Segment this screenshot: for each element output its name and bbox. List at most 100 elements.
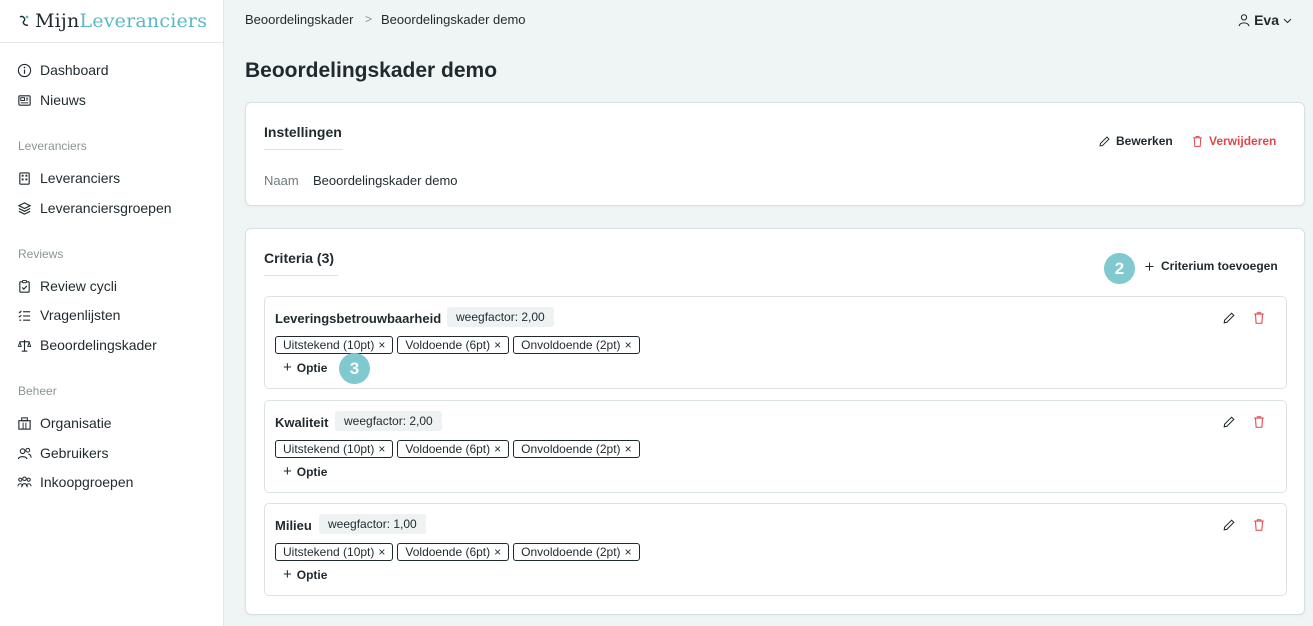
step-marker-3: 3 bbox=[339, 353, 370, 384]
remove-option-icon[interactable]: × bbox=[494, 338, 501, 352]
edit-criterion-icon[interactable] bbox=[1222, 311, 1236, 325]
step-marker-2: 2 bbox=[1104, 253, 1135, 284]
logo-mark-icon bbox=[17, 14, 31, 28]
plus-icon bbox=[1145, 261, 1154, 271]
add-option-label: Optie bbox=[296, 567, 328, 582]
user-icon bbox=[1238, 14, 1250, 27]
criterion-name: Kwaliteit bbox=[275, 415, 329, 430]
newspaper-icon bbox=[18, 94, 31, 106]
sidebar-item-label: Leveranciers bbox=[40, 170, 121, 186]
option-chip-label: Voldoende (6pt) bbox=[405, 442, 491, 456]
logo[interactable]: Mijn Leveranciers bbox=[0, 0, 223, 43]
add-option-label: Optie bbox=[296, 360, 328, 375]
settings-title: Instellingen bbox=[264, 124, 342, 140]
option-chip: Voldoende (6pt) × bbox=[397, 543, 510, 561]
delete-settings-button[interactable]: Verwijderen bbox=[1191, 134, 1276, 148]
sidebar-item-leveranciersgroepen[interactable]: Leveranciersgroepen bbox=[17, 200, 172, 216]
option-chips: Uitstekend (10pt) × Voldoende (6pt) × Onvo… bbox=[275, 440, 640, 458]
delete-criterion-icon[interactable] bbox=[1252, 311, 1266, 325]
edit-settings-button[interactable]: Bewerken bbox=[1098, 134, 1173, 148]
sidebar-item-label: Dashboard bbox=[40, 62, 109, 78]
logo-text-accent: Leveranciers bbox=[79, 10, 208, 32]
remove-option-icon[interactable]: × bbox=[494, 442, 501, 456]
sidebar-item-label: Leveranciersgroepen bbox=[40, 200, 172, 216]
remove-option-icon[interactable]: × bbox=[378, 442, 385, 456]
breadcrumb-item-current: Beoordelingskader demo bbox=[381, 12, 526, 27]
sidebar-item-label: Vragenlijsten bbox=[40, 307, 121, 323]
weight-badge: weegfactor: 2,00 bbox=[447, 307, 554, 327]
add-criterium-label: Criterium toevoegen bbox=[1161, 259, 1278, 273]
list-check-icon bbox=[18, 309, 31, 321]
remove-option-icon[interactable]: × bbox=[625, 545, 632, 559]
add-option-button[interactable]: + Optie bbox=[283, 464, 327, 479]
layers-icon bbox=[17, 201, 32, 215]
add-option-button[interactable]: + Optie bbox=[283, 360, 327, 375]
delete-criterion-icon[interactable] bbox=[1252, 415, 1266, 429]
add-option-button[interactable]: + Optie bbox=[283, 567, 327, 582]
option-chip-label: Onvoldoende (2pt) bbox=[521, 545, 621, 559]
criterion-card: Leveringsbetrouwbaarheid weegfactor: 2,0… bbox=[264, 296, 1287, 389]
info-icon bbox=[17, 63, 32, 77]
option-chip: Onvoldoende (2pt) × bbox=[513, 440, 640, 458]
users-icon bbox=[17, 447, 32, 459]
option-chip-label: Uitstekend (10pt) bbox=[283, 545, 375, 559]
remove-option-icon[interactable]: × bbox=[378, 545, 385, 559]
sidebar-item-beoordelingskader[interactable]: Beoordelingskader bbox=[17, 337, 157, 353]
option-chip-label: Voldoende (6pt) bbox=[405, 338, 491, 352]
page-title: Beoordelingskader demo bbox=[245, 59, 498, 82]
add-criterium-button[interactable]: Criterium toevoegen bbox=[1143, 259, 1278, 273]
option-chip: Voldoende (6pt) × bbox=[397, 336, 510, 354]
option-chip: Uitstekend (10pt) × bbox=[275, 543, 394, 561]
edit-criterion-icon[interactable] bbox=[1222, 518, 1236, 532]
sidebar-item-vragenlijsten[interactable]: Vragenlijsten bbox=[17, 307, 120, 323]
sidebar-item-leveranciers[interactable]: Leveranciers bbox=[17, 170, 120, 186]
settings-title-underline bbox=[264, 149, 343, 150]
office-icon bbox=[18, 416, 31, 430]
trash-icon bbox=[1193, 135, 1202, 147]
edit-settings-label: Bewerken bbox=[1116, 134, 1173, 148]
topbar: Beoordelingskader > Beoordelingskader de… bbox=[224, 0, 1313, 40]
option-chip: Uitstekend (10pt) × bbox=[275, 440, 394, 458]
breadcrumb-item-beoordelingskader[interactable]: Beoordelingskader bbox=[245, 12, 353, 27]
remove-option-icon[interactable]: × bbox=[625, 442, 632, 456]
sidebar-item-label: Nieuws bbox=[40, 92, 86, 108]
sidebar-item-nieuws[interactable]: Nieuws bbox=[17, 92, 86, 108]
sidebar-item-label: Gebruikers bbox=[40, 445, 109, 461]
plus-icon: + bbox=[283, 566, 292, 583]
sidebar-item-organisatie[interactable]: Organisatie bbox=[17, 415, 112, 431]
user-name: Eva bbox=[1254, 12, 1279, 28]
edit-criterion-icon[interactable] bbox=[1222, 415, 1236, 429]
sidebar-section-beheer: Beheer bbox=[18, 384, 57, 398]
plus-icon: + bbox=[283, 463, 292, 480]
option-chips: Uitstekend (10pt) × Voldoende (6pt) × Onvo… bbox=[275, 336, 640, 354]
remove-option-icon[interactable]: × bbox=[494, 545, 501, 559]
remove-option-icon[interactable]: × bbox=[378, 338, 385, 352]
criteria-title: Criteria (3) bbox=[264, 250, 335, 266]
name-field-value: Beoordelingskader demo bbox=[313, 173, 458, 188]
option-chip: Onvoldoende (2pt) × bbox=[513, 336, 640, 354]
add-option-label: Optie bbox=[296, 464, 328, 479]
criteria-card: Criteria (3) Criterium toevoegen Leverin… bbox=[245, 228, 1305, 615]
sidebar-item-label: Review cycli bbox=[40, 278, 118, 294]
criterion-card: Kwaliteit weegfactor: 2,00 Uitstekend (1… bbox=[264, 400, 1287, 493]
group-icon bbox=[17, 475, 32, 487]
option-chip-label: Onvoldoende (2pt) bbox=[521, 338, 621, 352]
criteria-title-underline bbox=[264, 275, 338, 276]
breadcrumb-separator: > bbox=[365, 12, 373, 26]
pencil-icon bbox=[1099, 135, 1110, 147]
scale-icon bbox=[17, 339, 32, 352]
logo-text-primary: Mijn bbox=[35, 10, 80, 32]
user-menu[interactable]: Eva bbox=[1237, 12, 1293, 28]
remove-option-icon[interactable]: × bbox=[625, 338, 632, 352]
sidebar-item-review-cycli[interactable]: Review cycli bbox=[17, 278, 117, 294]
delete-criterion-icon[interactable] bbox=[1252, 518, 1266, 532]
sidebar-item-gebruikers[interactable]: Gebruikers bbox=[17, 445, 108, 461]
delete-settings-label: Verwijderen bbox=[1209, 134, 1277, 148]
sidebar-item-label: Beoordelingskader bbox=[40, 337, 157, 353]
sidebar-item-inkoopgroepen[interactable]: Inkoopgroepen bbox=[17, 474, 133, 490]
settings-card: Instellingen Bewerken Verwijderen Naam B… bbox=[245, 102, 1305, 206]
criterion-name: Leveringsbetrouwbaarheid bbox=[275, 311, 442, 326]
option-chip-label: Onvoldoende (2pt) bbox=[521, 442, 621, 456]
chevron-down-icon bbox=[1283, 18, 1292, 23]
sidebar-item-dashboard[interactable]: Dashboard bbox=[17, 62, 109, 78]
